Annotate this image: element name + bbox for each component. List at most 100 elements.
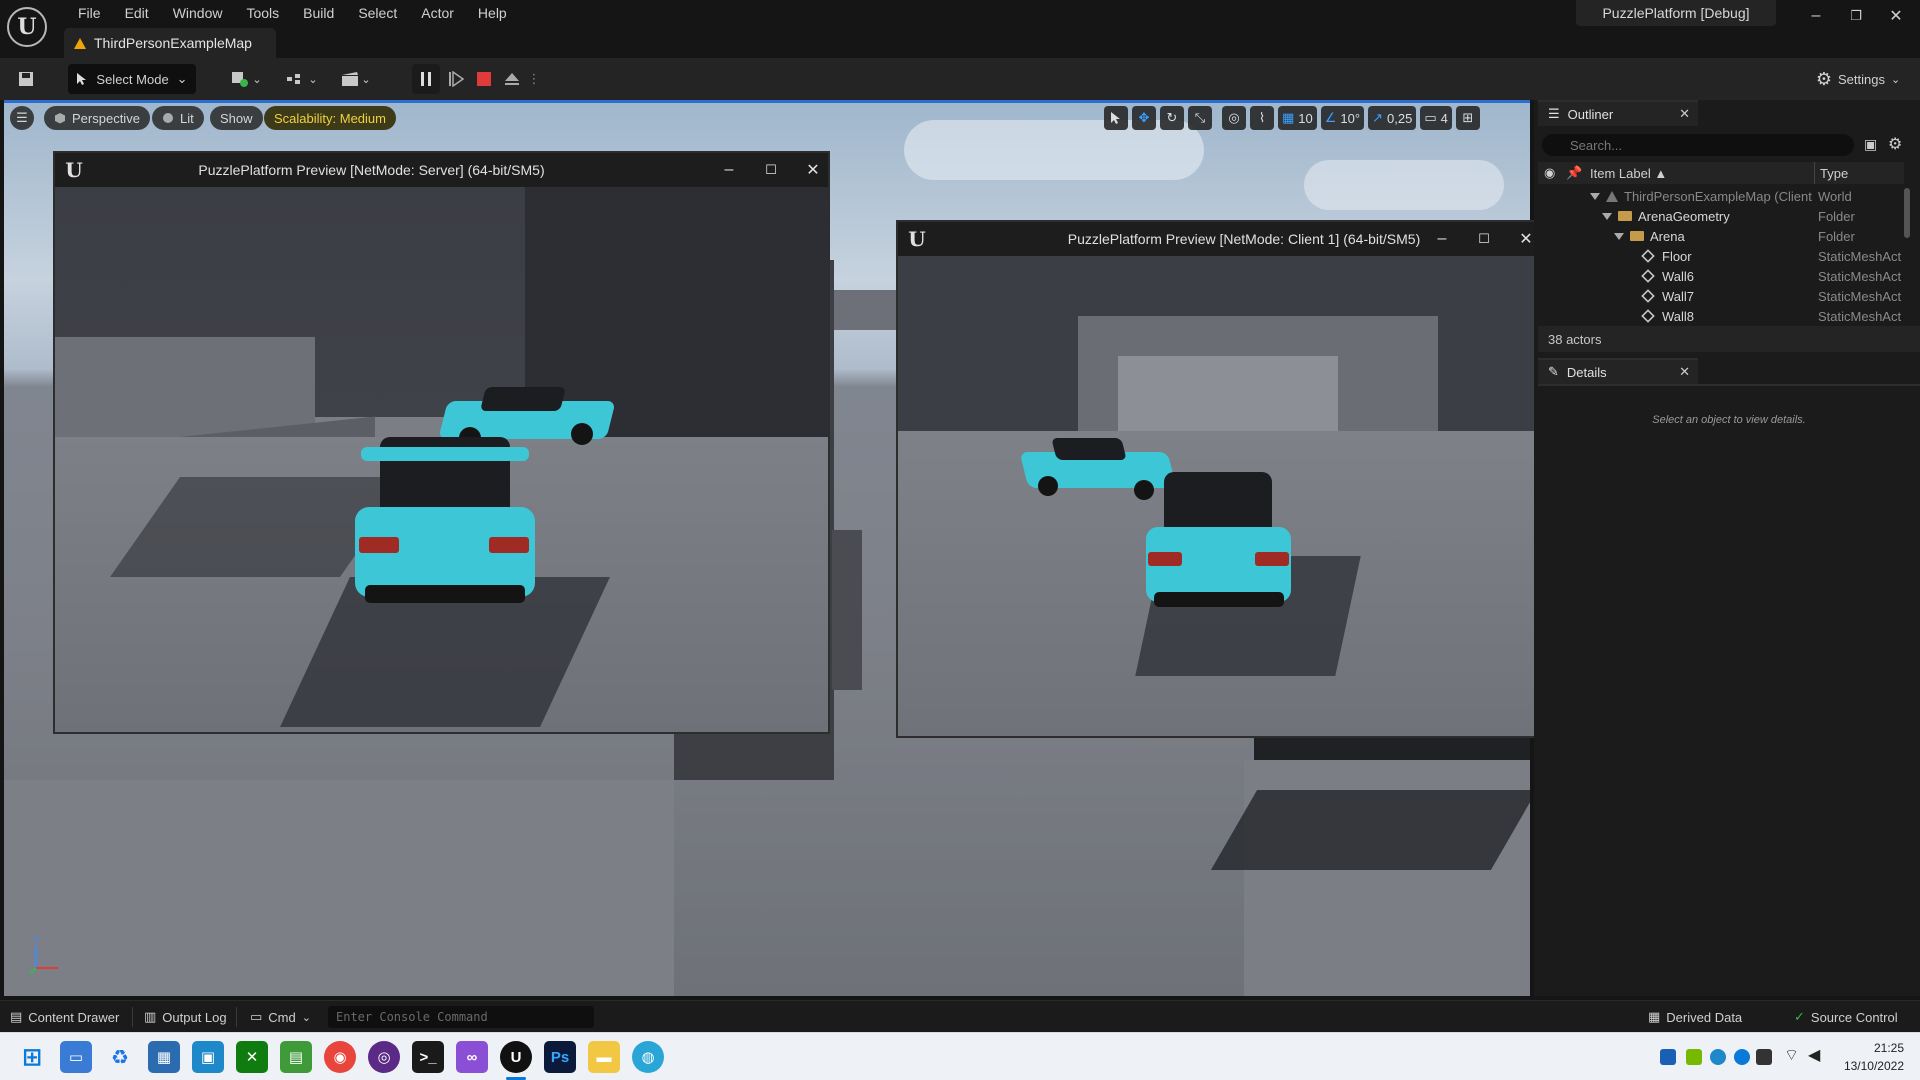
expand-arrow-icon[interactable] [1614,232,1624,240]
visibility-eye-icon[interactable]: ◉ [1544,165,1555,181]
scale-snap-toggle[interactable]: ↗ 0,25 [1368,106,1417,130]
menu-build[interactable]: Build [291,3,346,23]
outliner-tab[interactable]: ☰ Outliner ✕ [1538,100,1698,126]
expand-arrow-icon[interactable] [1590,192,1600,200]
tray-app-icon[interactable] [1710,1049,1726,1065]
server-game-view[interactable] [55,187,828,732]
close-icon[interactable]: ✕ [1679,364,1690,380]
photoshop-icon[interactable]: Ps [544,1041,576,1073]
content-drawer-button[interactable]: ▤ Content Drawer [10,1001,119,1033]
pin-icon[interactable]: 📌 [1566,165,1582,181]
settings-button[interactable]: ⚙ Settings ⌄ [1810,64,1906,94]
item-label-column[interactable]: Item Label ▲ [1590,166,1667,181]
close-icon[interactable]: ✕ [1876,4,1916,28]
add-actor-icon[interactable]: ⌄ [226,64,266,94]
maximize-icon[interactable]: ☐ [757,158,785,182]
minimize-icon[interactable]: – [1428,227,1456,251]
task-manager-icon[interactable]: ▣ [192,1041,224,1073]
frame-skip-button[interactable] [442,64,470,94]
minimize-icon[interactable]: – [715,158,743,182]
map-tab[interactable]: ThirdPersonExampleMap [64,28,276,58]
pause-button[interactable] [412,64,440,94]
camera-speed-button[interactable]: ▭ 4 [1420,106,1452,130]
visual-studio-icon[interactable]: ∞ [456,1041,488,1073]
menu-select[interactable]: Select [346,3,409,23]
rotate-tool-icon[interactable]: ↻ [1160,106,1184,130]
outliner-row-mesh[interactable]: Wall8 StaticMeshAct [1538,306,1904,326]
close-icon[interactable]: ✕ [1679,106,1690,122]
menu-actor[interactable]: Actor [409,3,466,23]
viewport-layout-icon[interactable]: ⊞ [1455,106,1480,130]
show-button[interactable]: Show [210,106,263,130]
outliner-row-mesh[interactable]: Floor StaticMeshAct [1538,246,1904,266]
cmd-dropdown[interactable]: ▭ Cmd ⌄ [250,1001,311,1033]
output-log-button[interactable]: ▥ Output Log [144,1001,227,1033]
add-folder-icon[interactable]: ▣ [1864,136,1877,153]
derived-data-button[interactable]: ▦ Derived Data [1648,1001,1742,1033]
menu-edit[interactable]: Edit [113,3,161,23]
outliner-row-world[interactable]: ThirdPersonExampleMap (Client World [1538,186,1904,206]
menu-file[interactable]: File [66,3,113,23]
menu-help[interactable]: Help [466,3,519,23]
details-tab[interactable]: ✎ Details ✕ [1538,358,1698,384]
menu-tools[interactable]: Tools [234,3,291,23]
gear-icon[interactable]: ⚙ [1888,134,1902,154]
close-icon[interactable]: ✕ [799,158,827,182]
spreadsheet-icon[interactable]: ▤ [280,1041,312,1073]
tray-app-icon[interactable] [1756,1049,1772,1065]
scale-tool-icon[interactable]: ⤡ [1188,106,1212,130]
grid-snap-toggle[interactable]: ▦ 10 [1278,106,1317,130]
outliner-row-folder[interactable]: ArenaGeometry Folder [1538,206,1904,226]
outliner-search-input[interactable]: Search... [1542,134,1854,156]
outliner-scrollbar[interactable] [1904,188,1910,238]
select-mode-dropdown[interactable]: Select Mode ⌄ [68,64,196,94]
desktop-icon[interactable]: ▭ [60,1041,92,1073]
cinematics-icon[interactable]: ⌄ [336,64,376,94]
tray-app-icon[interactable] [1660,1049,1676,1065]
select-tool-icon[interactable] [1104,106,1128,130]
save-icon[interactable] [12,64,40,94]
unreal-logo-icon[interactable]: U [7,7,47,47]
media-player-icon[interactable]: ◎ [368,1041,400,1073]
perspective-button[interactable]: Perspective [44,106,150,130]
nvidia-icon[interactable] [1686,1049,1702,1065]
expand-arrow-icon[interactable] [1602,212,1612,220]
blueprint-icon[interactable]: ⌄ [282,64,322,94]
preview-window-server[interactable]: U PuzzlePlatform Preview [NetMode: Serve… [53,151,830,734]
windows-start-icon[interactable]: ⊞ [16,1041,48,1073]
terminal-icon[interactable]: >_ [412,1041,444,1073]
bluetooth-icon[interactable] [1734,1049,1750,1065]
chrome-icon[interactable]: ◉ [324,1041,356,1073]
preview-title-bar[interactable]: U PuzzlePlatform Preview [NetMode: Clien… [898,222,1540,256]
lit-button[interactable]: Lit [152,106,204,130]
eject-button[interactable] [498,64,526,94]
rotation-snap-toggle[interactable]: ∠ 10° [1320,106,1365,130]
console-command-input[interactable]: Enter Console Command [328,1006,594,1028]
client-game-view[interactable] [898,256,1540,736]
outliner-row-mesh[interactable]: Wall6 StaticMeshAct [1538,266,1904,286]
unreal-engine-icon[interactable]: U [500,1041,532,1073]
minimize-icon[interactable]: – [1796,4,1836,28]
more-options-icon[interactable]: ⋮ [526,64,542,94]
surface-snap-icon[interactable]: ⌇ [1250,106,1274,130]
outliner-row-folder[interactable]: Arena Folder [1538,226,1904,246]
translate-tool-icon[interactable]: ✥ [1132,106,1156,130]
type-column[interactable]: Type [1820,166,1848,181]
web-browser-icon[interactable]: ◍ [632,1041,664,1073]
restore-icon[interactable]: ❐ [1836,4,1876,28]
system-clock[interactable]: 21:25 13/10/2022 [1844,1039,1904,1075]
preview-title-bar[interactable]: U PuzzlePlatform Preview [NetMode: Serve… [55,153,828,187]
control-panel-icon[interactable]: ▦ [148,1041,180,1073]
recycle-bin-icon[interactable]: ♻ [104,1041,136,1073]
source-control-button[interactable]: ✓ Source Control [1794,1001,1898,1033]
menu-window[interactable]: Window [161,3,235,23]
xbox-icon[interactable]: ✕ [236,1041,268,1073]
outliner-row-mesh[interactable]: Wall7 StaticMeshAct [1538,286,1904,306]
preview-window-client[interactable]: U PuzzlePlatform Preview [NetMode: Clien… [896,220,1542,738]
wifi-icon[interactable]: ⌔ [1784,1045,1799,1065]
world-space-icon[interactable]: ◎ [1222,106,1246,130]
file-explorer-icon[interactable]: ▬ [588,1041,620,1073]
scalability-button[interactable]: Scalability: Medium [264,106,396,130]
viewport-menu-icon[interactable]: ☰ [10,106,34,130]
stop-button[interactable] [470,64,498,94]
